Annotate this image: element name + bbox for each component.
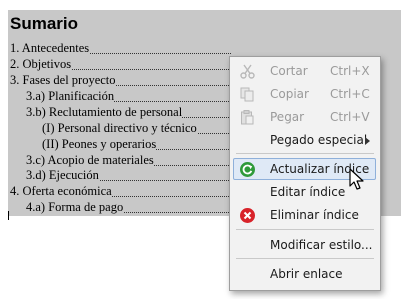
toc-entry[interactable]: 2. Objetivos [10, 57, 231, 74]
menu-item-shortcut: Ctrl+V [330, 110, 370, 124]
toc-entry[interactable]: 3. Fases del proyecto [10, 73, 231, 90]
menu-item-cut[interactable]: Cortar Ctrl+X [230, 60, 380, 82]
menu-item-label: Cortar [270, 64, 308, 78]
text-cursor [8, 211, 9, 220]
menu-item-open-link[interactable]: Abrir enlace [230, 263, 380, 285]
menu-item-label: Editar índice [270, 185, 346, 199]
toc-entry[interactable]: 1. Antecedentes [10, 41, 231, 58]
menu-item-label: Pegado especial [270, 133, 368, 147]
toc-entry[interactable]: 3.d) Ejecución [26, 168, 231, 185]
toc-entry[interactable]: 4.a) Forma de pago [26, 200, 231, 217]
menu-item-modify-style[interactable]: Modificar estilo... [230, 234, 380, 256]
menu-item-label: Modificar estilo... [270, 238, 373, 252]
toc-entry[interactable]: (II) Peones y operarios [42, 137, 231, 154]
toc-title: Sumario [10, 14, 79, 33]
menu-item-copy[interactable]: Copiar Ctrl+C [230, 83, 380, 105]
toc-entry[interactable]: 3.b) Reclutamiento de personal [26, 105, 231, 122]
menu-item-label: Pegar [270, 110, 305, 124]
toc-entry[interactable]: 4. Oferta económica [10, 184, 231, 201]
menu-separator [236, 153, 374, 154]
menu-item-paste-special[interactable]: Pegado especial [230, 129, 380, 151]
menu-item-shortcut: Ctrl+C [330, 87, 370, 101]
menu-item-label: Eliminar índice [270, 208, 359, 222]
toc-entry[interactable]: (I) Personal directivo y técnico [42, 121, 231, 138]
copy-icon [239, 86, 256, 103]
menu-separator [236, 258, 374, 259]
menu-item-delete-index[interactable]: Eliminar índice [230, 204, 380, 226]
menu-item-label: Abrir enlace [270, 267, 343, 281]
paste-icon [239, 109, 256, 126]
delete-icon [239, 207, 256, 224]
mouse-pointer-icon [349, 168, 365, 192]
toc-entry[interactable]: 3.a) Planificación [26, 89, 231, 106]
menu-item-paste[interactable]: Pegar Ctrl+V [230, 106, 380, 128]
refresh-icon [239, 161, 256, 178]
menu-item-label: Copiar [270, 87, 309, 101]
menu-separator [236, 229, 374, 230]
scissors-icon [239, 63, 256, 80]
menu-item-shortcut: Ctrl+X [330, 64, 370, 78]
submenu-arrow-icon [365, 137, 370, 145]
